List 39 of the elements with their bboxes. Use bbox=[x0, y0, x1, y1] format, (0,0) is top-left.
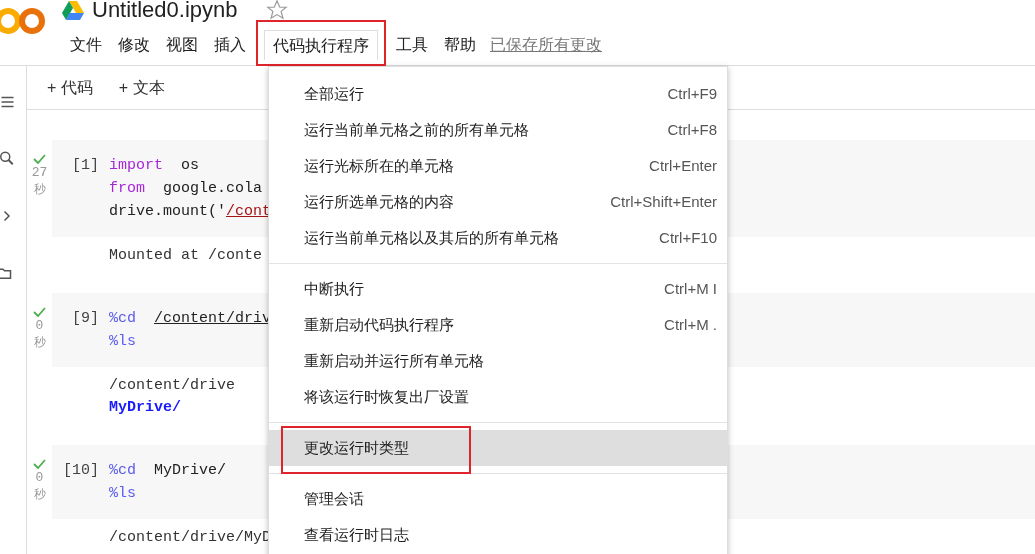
menu-item-label: 运行光标所在的单元格 bbox=[304, 155, 454, 176]
shortcut-label: Ctrl+F8 bbox=[667, 119, 717, 140]
menu-item-label: 管理会话 bbox=[304, 488, 364, 509]
time-unit: 秒 bbox=[33, 181, 46, 198]
code-line: %ls bbox=[109, 484, 137, 504]
execution-count: [9] bbox=[71, 309, 100, 329]
menu-item-label: 运行当前单元格以及其后的所有单元格 bbox=[304, 227, 559, 248]
menu-item-label: 查看运行时日志 bbox=[304, 524, 409, 545]
menu-item-label: 将该运行时恢复出厂设置 bbox=[304, 386, 469, 407]
shortcut-label: Ctrl+F10 bbox=[659, 227, 717, 248]
menu-item-label: 全部运行 bbox=[304, 83, 364, 104]
shortcut-label: Ctrl+Enter bbox=[649, 155, 717, 176]
shortcut-label: Ctrl+Shift+Enter bbox=[610, 191, 717, 212]
menu-item-label: 运行所选单元格的内容 bbox=[304, 191, 454, 212]
shortcut-label: Ctrl+M . bbox=[664, 314, 717, 335]
output-line: /content/drive bbox=[109, 376, 236, 396]
run-time: 27 bbox=[31, 164, 48, 181]
execution-count: [1] bbox=[71, 156, 100, 176]
run-time: 0 bbox=[35, 469, 44, 486]
run-time: 0 bbox=[35, 317, 44, 334]
output-line: /content/drive/MyD bbox=[109, 528, 272, 548]
code-line: import os bbox=[109, 156, 201, 176]
execution-count: [10] bbox=[62, 461, 100, 481]
shortcut-label: Ctrl+M I bbox=[664, 278, 717, 299]
code-line: %cd MyDrive/ bbox=[109, 461, 227, 481]
time-unit: 秒 bbox=[33, 334, 46, 351]
menu-item-label: 重新启动并运行所有单元格 bbox=[304, 350, 484, 371]
code-line: %cd /content/driv bbox=[109, 309, 272, 329]
code-line: drive.mount('/cont bbox=[109, 202, 272, 222]
menu-item-label: 更改运行时类型 bbox=[304, 437, 409, 458]
menu-item-label: 中断执行 bbox=[304, 278, 364, 299]
output-line: Mounted at /conte bbox=[109, 246, 263, 266]
time-unit: 秒 bbox=[33, 486, 46, 503]
menu-item-label: 运行当前单元格之前的所有单元格 bbox=[304, 119, 529, 140]
menu-item-label: 重新启动代码执行程序 bbox=[304, 314, 454, 335]
output-line: MyDrive/ bbox=[109, 398, 181, 418]
code-line: from google.cola bbox=[109, 179, 264, 199]
shortcut-label: Ctrl+F9 bbox=[667, 83, 717, 104]
code-line: %ls bbox=[109, 332, 137, 352]
